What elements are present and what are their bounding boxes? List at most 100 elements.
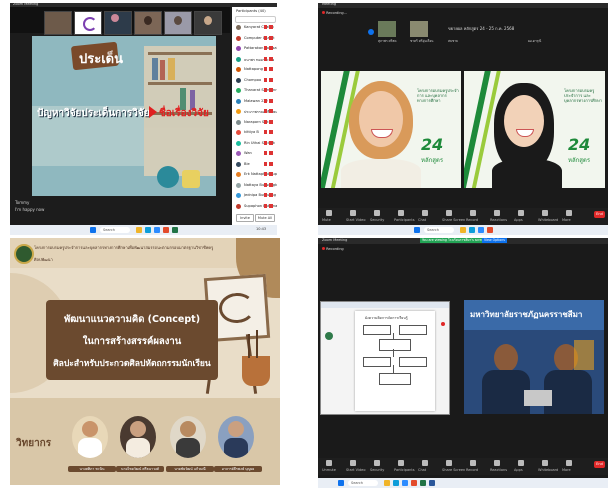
participants-icon[interactable] (398, 210, 404, 216)
mute-all-button[interactable]: Mute All (255, 214, 275, 222)
participants-search-input[interactable] (235, 16, 276, 23)
participant-row[interactable]: Naraporn Suk (236, 119, 273, 126)
participant-row[interactable]: Pattarakan Somsak (236, 45, 277, 52)
participants-button[interactable]: Participants (394, 218, 415, 222)
taskbar-search-input[interactable]: Search (424, 227, 454, 233)
file-explorer-icon[interactable] (384, 480, 390, 486)
security-icon[interactable] (374, 210, 380, 216)
participant-row[interactable]: Nattapong (236, 66, 273, 73)
file-explorer-icon[interactable] (136, 227, 142, 233)
start-video-button[interactable]: Start Video (346, 468, 365, 472)
more-button[interactable]: More (562, 468, 571, 472)
participant-row[interactable]: Kanyarat Chaiyo (236, 24, 274, 31)
file-explorer-icon[interactable] (460, 227, 466, 233)
windows-start-icon[interactable] (338, 480, 344, 486)
participants-icon[interactable] (398, 460, 404, 466)
participant-row[interactable]: Bie (236, 161, 273, 168)
more-icon[interactable] (566, 210, 572, 216)
video-thumb[interactable] (378, 21, 396, 37)
share-screen-icon[interactable] (446, 460, 452, 466)
chat-button[interactable]: Chat (418, 218, 426, 222)
chrome-icon[interactable] (163, 227, 169, 233)
whiteboard-icon[interactable] (542, 460, 548, 466)
participant-row[interactable]: Erk Nattaphat Suputpong (236, 171, 277, 178)
zoom-icon[interactable] (402, 480, 408, 486)
video-thumb[interactable] (410, 21, 428, 37)
participant-row[interactable]: Rin Uthai Sittisuk (236, 140, 275, 147)
chat-button[interactable]: Chat (418, 468, 426, 472)
more-button[interactable]: More (562, 218, 571, 222)
start-video-icon[interactable] (350, 210, 356, 216)
mute-button[interactable]: Mute (322, 218, 331, 222)
participant-row[interactable]: Nattaya Buasengk (236, 182, 277, 189)
record-icon[interactable] (470, 460, 476, 466)
video-thumb[interactable] (194, 11, 222, 35)
excel-icon[interactable] (172, 227, 178, 233)
participant-row[interactable]: Supaphon Rattanachai (236, 203, 277, 210)
invite-button[interactable]: Invite (236, 214, 254, 222)
word-icon[interactable] (429, 480, 435, 486)
video-thumb[interactable] (74, 11, 102, 35)
excel-icon[interactable] (420, 480, 426, 486)
taskbar-search-input[interactable]: Search (348, 480, 378, 486)
windows-start-icon[interactable] (90, 227, 96, 233)
chrome-icon[interactable] (411, 480, 417, 486)
unmute-button[interactable]: Unmute (322, 468, 336, 472)
participants-button[interactable]: Participants (394, 468, 415, 472)
speaker-video-1[interactable]: โครงการอบรมครูประจำการ และบุคลากรทางการศ… (321, 71, 461, 188)
share-screen-button[interactable]: Share Screen (442, 218, 465, 222)
security-button[interactable]: Security (370, 468, 384, 472)
mute-icon[interactable] (326, 210, 332, 216)
participant-row[interactable]: Thanarat Samranrat (236, 87, 277, 94)
participant-row[interactable]: ประภาพรรณ ศรีเกษม ฯลฯ (236, 108, 277, 115)
chat-icon[interactable] (422, 210, 428, 216)
participant-row[interactable]: Jednipa Bunruang (236, 192, 276, 199)
speaker-video-2[interactable]: โครงการอบรมครูประจำการ และบุคลากรทางการศ… (464, 71, 605, 188)
edge-icon[interactable] (145, 227, 151, 233)
end-meeting-button[interactable]: End (594, 211, 605, 218)
reactions-icon[interactable] (494, 210, 500, 216)
more-icon[interactable] (566, 460, 572, 466)
security-button[interactable]: Security (370, 218, 384, 222)
apps-button[interactable]: Apps (514, 468, 523, 472)
chevron-left-icon[interactable] (368, 29, 374, 35)
share-screen-icon[interactable] (446, 210, 452, 216)
whiteboard-icon[interactable] (542, 210, 548, 216)
edge-icon[interactable] (393, 480, 399, 486)
chrome-icon[interactable] (487, 227, 493, 233)
start-video-button[interactable]: Start Video (346, 218, 365, 222)
apps-icon[interactable] (518, 210, 524, 216)
windows-start-icon[interactable] (414, 227, 420, 233)
apps-icon[interactable] (518, 460, 524, 466)
edge-icon[interactable] (469, 227, 475, 233)
participant-row[interactable]: Computer Lazzyt (236, 35, 275, 42)
unmute-icon[interactable] (326, 460, 332, 466)
participant-row[interactable]: kittiya B (236, 129, 273, 136)
video-thumb[interactable] (134, 11, 162, 35)
taskbar-search-input[interactable]: Search (100, 227, 130, 233)
view-options-button[interactable]: View Options (482, 238, 507, 243)
participant-row[interactable]: Chompoo (236, 77, 273, 84)
zoom-icon[interactable] (154, 227, 160, 233)
record-button[interactable]: Record (466, 468, 478, 472)
participant-row[interactable]: Wan (236, 150, 273, 157)
chat-icon[interactable] (422, 460, 428, 466)
participant-row[interactable]: Malawan 222 (236, 98, 273, 105)
start-video-icon[interactable] (350, 460, 356, 466)
apps-button[interactable]: Apps (514, 218, 523, 222)
video-thumb[interactable] (104, 11, 132, 35)
zoom-icon[interactable] (478, 227, 484, 233)
whiteboard-button[interactable]: Whiteboard (538, 218, 558, 222)
video-thumb[interactable] (44, 11, 72, 35)
record-button[interactable]: Record (466, 218, 478, 222)
presenter-video[interactable]: มหาวิทยาลัยราชภัฏนครราชสีมา (464, 300, 604, 414)
reactions-button[interactable]: Reactions (490, 218, 507, 222)
video-thumb[interactable] (164, 11, 192, 35)
end-meeting-button[interactable]: End (594, 461, 605, 468)
share-screen-button[interactable]: Share Screen (442, 468, 465, 472)
participant-row[interactable]: ธนาพร ทองกระจ่าง (236, 56, 274, 63)
security-icon[interactable] (374, 460, 380, 466)
record-icon[interactable] (470, 210, 476, 216)
whiteboard-button[interactable]: Whiteboard (538, 468, 558, 472)
reactions-icon[interactable] (494, 460, 500, 466)
